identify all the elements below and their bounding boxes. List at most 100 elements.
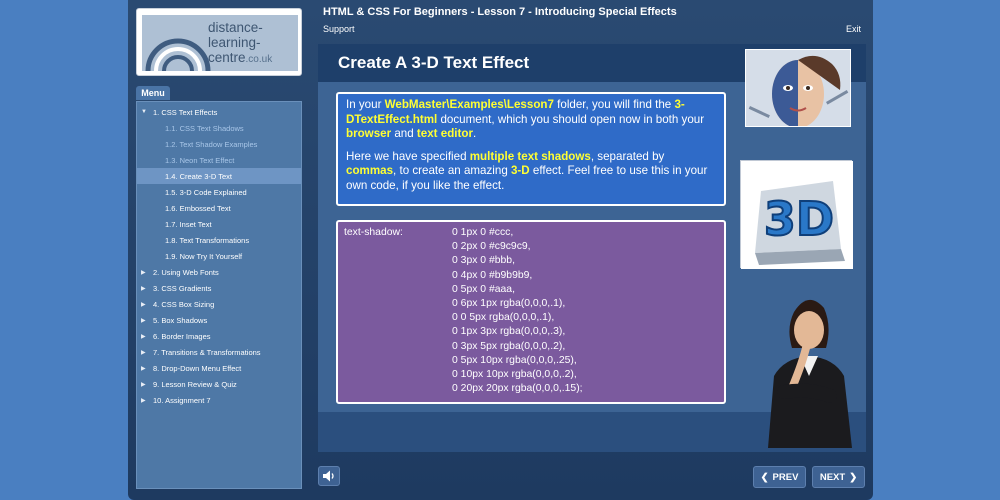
highlighted-text: commas (346, 164, 394, 177)
menu-panel: ▼ 1. CSS Text Effects 1.1. CSS Text Shadow… (136, 101, 302, 489)
menu-item[interactable]: 1.4. Create 3-D Text (137, 168, 301, 184)
3d-graphic-image: 3D (740, 160, 853, 269)
menu-item[interactable]: 1.2. Text Shadow Examples (137, 136, 301, 152)
menu-item[interactable]: 1.8. Text Transformations (137, 232, 301, 248)
sound-toggle-button[interactable] (318, 466, 340, 486)
prev-button-label: PREV (772, 471, 799, 483)
menu-item-label: 7. Transitions & Transformations (153, 347, 261, 357)
menu-item-label: 1.6. Embossed Text (165, 203, 231, 213)
triangle-down-icon: ▼ (141, 109, 147, 115)
paragraph-text: . (472, 127, 477, 140)
highlighted-text: multiple text shadows (469, 149, 591, 163)
triangle-right-icon: ▶ (141, 285, 146, 292)
logo-image: distance- learning- centre.co.uk (142, 15, 298, 71)
menu-item-label: 1.9. Now Try It Yourself (165, 251, 243, 261)
paragraph-text: , separated by (590, 149, 665, 163)
paragraph-text: and (391, 127, 417, 140)
presenter-image (754, 292, 862, 448)
course-player: distance- learning- centre.co.uk HTML & … (128, 0, 873, 500)
code-line: 0 2px 0 #c9c9c9, (452, 241, 531, 253)
prev-button[interactable]: ❮ PREV (753, 466, 806, 488)
code-line: 0 10px 10px rgba(0,0,0,.2), (452, 369, 577, 381)
menu-item-label: 1.4. Create 3-D Text (165, 171, 232, 181)
code-line: 0 6px 1px rgba(0,0,0,.1), (452, 298, 566, 310)
face-paint-image (745, 49, 851, 127)
menu-item-label: 10. Assignment 7 (153, 395, 211, 405)
menu-item[interactable]: ▶ 9. Lesson Review & Quiz (137, 376, 301, 392)
menu-item[interactable]: ▼ 1. CSS Text Effects (137, 104, 301, 120)
triangle-right-icon: ▶ (141, 333, 146, 340)
menu-item-label: 1. CSS Text Effects (153, 107, 218, 117)
triangle-right-icon: ▶ (141, 269, 146, 276)
exit-link[interactable]: Exit (846, 24, 861, 34)
triangle-right-icon: ▶ (141, 397, 146, 404)
triangle-right-icon: ▶ (141, 317, 146, 324)
logo: distance- learning- centre.co.uk (136, 8, 302, 76)
menu-item[interactable]: 1.9. Now Try It Yourself (137, 248, 301, 264)
code-line: 0 1px 3px rgba(0,0,0,.3), (452, 326, 566, 338)
code-line: 0 4px 0 #b9b9b9, (452, 269, 533, 281)
code-line: 0 3px 0 #bbb, (452, 255, 515, 267)
menu-item[interactable]: ▶ 6. Border Images (137, 328, 301, 344)
code-lines: 0 1px 0 #ccc, 0 2px 0 #c9c9c9, 0 3px 0 #bb… (452, 226, 583, 396)
paragraph-text: folder, you will find the (553, 98, 675, 111)
menu-item-label: 3. CSS Gradients (153, 283, 212, 293)
logo-arcs-icon (145, 38, 211, 71)
menu-item[interactable]: 1.6. Embossed Text (137, 200, 301, 216)
triangle-right-icon: ▶ (141, 301, 146, 308)
menu-item-label: 6. Border Images (153, 331, 211, 341)
menu-item[interactable]: ▶ 4. CSS Box Sizing (137, 296, 301, 312)
highlighted-text: text editor (416, 127, 473, 140)
menu-item-label: 1.2. Text Shadow Examples (165, 139, 258, 149)
svg-text:3D: 3D (764, 192, 834, 246)
menu-item[interactable]: 1.5. 3-D Code Explained (137, 184, 301, 200)
paragraph-text: In your (346, 98, 385, 111)
menu-item-label: 1.8. Text Transformations (165, 235, 250, 245)
menu-item-label: 4. CSS Box Sizing (153, 299, 215, 309)
menu-item[interactable]: ▶ 10. Assignment 7 (137, 392, 301, 408)
menu-item-label: 1.5. 3-D Code Explained (165, 187, 247, 197)
highlighted-text: 3-D (510, 164, 530, 177)
instruction-box: In your WebMaster\Examples\Lesson7 folde… (336, 92, 726, 206)
chevron-right-icon: ❯ (849, 471, 858, 483)
code-property: text-shadow: (344, 227, 403, 238)
menu-tab[interactable]: Menu (136, 86, 170, 100)
paragraph-text: , to create an amazing (393, 164, 511, 177)
code-line: 0 1px 0 #ccc, (452, 227, 514, 238)
menu-item-label: 8. Drop-Down Menu Effect (153, 363, 242, 373)
menu-item-label: 9. Lesson Review & Quiz (153, 379, 237, 389)
next-button[interactable]: NEXT ❯ (812, 466, 865, 488)
support-link[interactable]: Support (323, 24, 355, 34)
slide-title: Create A 3-D Text Effect (338, 53, 530, 72)
menu-item[interactable]: 1.3. Neon Text Effect (137, 152, 301, 168)
code-line: 0 5px 0 #aaa, (452, 283, 515, 295)
menu-item[interactable]: ▶ 5. Box Shadows (137, 312, 301, 328)
menu-item[interactable]: 1.7. Inset Text (137, 216, 301, 232)
instruction-paragraph-2: Here we have specified multiple text sha… (346, 150, 716, 194)
code-box: text-shadow: 0 1px 0 #ccc, 0 2px 0 #c9c9c… (336, 220, 726, 404)
triangle-right-icon: ▶ (141, 349, 146, 356)
triangle-right-icon: ▶ (141, 381, 146, 388)
menu-item[interactable]: 1.1. CSS Text Shadows (137, 120, 301, 136)
code-line: 0 0 5px rgba(0,0,0,.1), (452, 312, 555, 324)
chevron-left-icon: ❮ (760, 471, 769, 483)
menu-item-label: 2. Using Web Fonts (153, 267, 219, 277)
menu-item-label: 1.7. Inset Text (165, 219, 212, 229)
logo-text: distance- learning- centre.co.uk (208, 20, 273, 65)
highlighted-text: WebMaster\Examples\Lesson7 (384, 98, 554, 111)
menu-item-label: 5. Box Shadows (153, 315, 208, 325)
next-button-label: NEXT (819, 471, 846, 483)
course-title: HTML & CSS For Beginners - Lesson 7 - In… (323, 6, 677, 18)
speaker-icon (323, 470, 334, 482)
instruction-paragraph-1: In your WebMaster\Examples\Lesson7 folde… (346, 98, 716, 142)
menu-item-label: 1.1. CSS Text Shadows (165, 123, 244, 133)
menu-item[interactable]: ▶ 3. CSS Gradients (137, 280, 301, 296)
menu-item[interactable]: ▶ 2. Using Web Fonts (137, 264, 301, 280)
code-line: 0 20px 20px rgba(0,0,0,.15); (452, 383, 583, 395)
menu-item[interactable]: ▶ 8. Drop-Down Menu Effect (137, 360, 301, 376)
menu-item-label: 1.3. Neon Text Effect (165, 155, 235, 165)
triangle-right-icon: ▶ (141, 365, 146, 372)
paragraph-text: document, which you should open now in b… (437, 112, 705, 126)
paragraph-text: Here we have specified (346, 149, 470, 163)
menu-item[interactable]: ▶ 7. Transitions & Transformations (137, 344, 301, 360)
